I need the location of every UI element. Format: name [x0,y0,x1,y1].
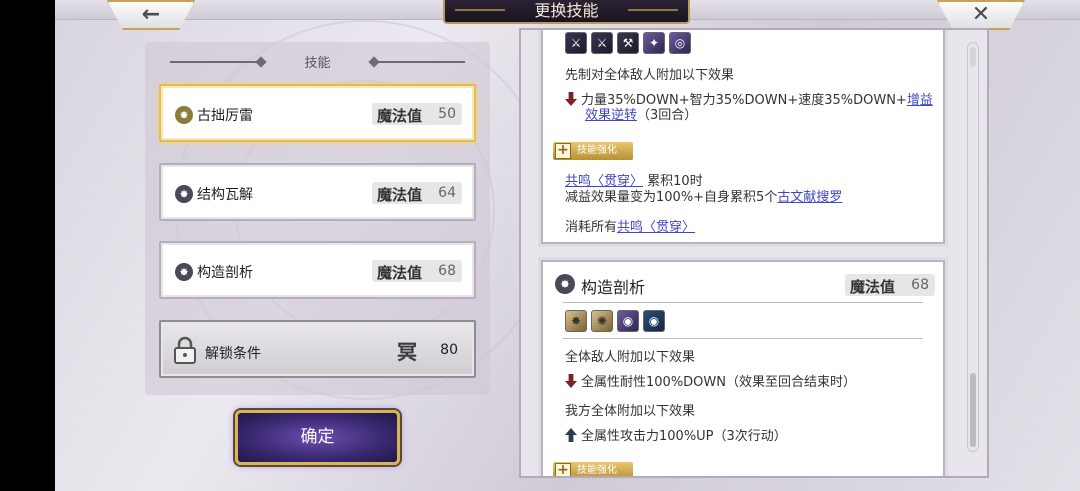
mp-label: 魔法值 [377,107,423,125]
skill-name: 结构瓦解 [197,187,253,203]
locked-skill-slot[interactable]: 解锁条件 冥 80 [159,320,476,378]
skill-detail-card: ✷ 构造剖析 魔法值 68 ✸ ✺ ◉ ◉ 全体敌人附加以下效果 全属性耐性10… [541,260,945,476]
divider [563,302,923,303]
debuff-effect-line: 力量35%DOWN+智力35%DOWN+速度35%DOWN+增益 [565,92,937,109]
header-ornament [370,61,465,63]
up-arrow-icon [565,428,577,442]
enhance-label: 技能强化 [577,145,617,156]
skill-enhance-tag: + 技能强化 [553,142,633,160]
resonance-link[interactable]: 共鸣〈贯穿〉 [565,174,643,189]
burst-up-icon: ✺ [591,310,613,332]
skill-list-title: 技能 [304,56,331,71]
buff-target-text: 我方全体附加以下效果 [565,404,696,419]
down-arrow-icon [565,374,577,388]
duration-text: （3回合） [637,108,698,123]
mp-label: 魔法值 [377,186,423,204]
debuff-amount-line: 减益效果量变为100%+自身累积5个古文献搜罗 [565,190,842,206]
unlock-requirement-icon: 冥 [397,340,417,364]
skill-list-header: 技能 [145,52,490,72]
mp-cost: 魔法值 68 [372,260,462,282]
skill-detail-header: ✷ 构造剖析 魔法值 68 [543,262,943,304]
header-ornament [170,61,265,63]
skill-icon: ✷ [175,185,193,203]
close-button[interactable]: ✕ [937,0,1025,30]
unlock-requirement-value: 80 [440,342,458,358]
close-icon: ✕ [971,2,991,27]
resonance-line: 共鸣〈贯穿〉 累积10时 [565,174,703,190]
effect-target-text: 先制对全体敌人附加以下效果 [565,68,735,83]
hammer-icon: ⚒ [617,32,639,54]
skill-icon: ✷ [175,106,193,124]
skill-item-gujuolilei[interactable]: ✷ 古拙厉雷 魔法值 50 [159,84,476,142]
ancient-texts-link[interactable]: 古文献搜罗 [777,190,842,205]
scrollbar-track-cap [970,47,976,67]
eye-icon: ◉ [643,310,665,332]
effect-icon-row: ⚔ ⚔ ⚒ ✦ ◎ [565,32,691,54]
skill-icon: ✷ [555,274,575,294]
debuff-text: 力量35%DOWN+智力35%DOWN+速度35%DOWN+ [581,93,907,108]
debuff-effect-line-2: 效果逆转（3回合） [585,108,697,124]
down-arrow-icon [565,92,577,106]
skill-item-gouzaopouxi[interactable]: ✷ 构造剖析 魔法值 68 [159,241,476,299]
skill-item-jiegouwajie[interactable]: ✷ 结构瓦解 魔法值 64 [159,163,476,221]
skill-list-panel: 技能 ✷ 古拙厉雷 魔法值 50 ✷ 结构瓦解 魔法值 64 ✷ 构造剖析 魔法… [145,42,490,395]
consume-line: 消耗所有共鸣〈贯穿〉 [565,220,695,236]
mp-cost: 魔法值 64 [372,182,462,204]
mp-label: 魔法值 [377,264,423,282]
effect-target-text: 全体敌人附加以下效果 [565,350,696,365]
mp-value: 64 [438,185,456,201]
skill-enhance-tag: + 技能强化 [553,462,633,476]
plus-icon: + [555,463,571,476]
buff-text: 全属性攻击力100%UP（3次行动） [581,429,787,444]
enhance-label: 技能强化 [577,465,617,476]
spiral-icon: ◎ [669,32,691,54]
plus-icon: + [555,143,571,159]
confirm-button[interactable]: 确定 [235,410,400,465]
magic-icon: ✦ [643,32,665,54]
debuff-amount-text: 减益效果量变为100%+自身累积5个 [565,190,778,205]
skill-detail-card: ⚔ ⚔ ⚒ ✦ ◎ 先制对全体敌人附加以下效果 力量35%DOWN+智力35%D… [541,30,945,244]
mp-value: 50 [438,106,456,122]
buff-reversal-link[interactable]: 增益 [907,93,933,108]
buff-effect-line: 全属性攻击力100%UP（3次行动） [565,428,787,445]
skill-detail-title: 构造剖析 [581,278,646,297]
debuff-effect-line: 全属性耐性100%DOWN（效果至回合结束时） [565,374,856,391]
game-screen: ← 更换技能 ✕ 技能 ✷ 古拙厉雷 魔法值 50 ✷ 结构瓦解 魔法值 64 [55,0,1080,491]
mp-value: 68 [911,277,929,293]
resonance-condition: 累积10时 [647,174,703,189]
skill-detail-panel[interactable]: ⚔ ⚔ ⚒ ✦ ◎ 先制对全体敌人附加以下效果 力量35%DOWN+智力35%D… [519,28,989,478]
buff-reversal-link-2[interactable]: 效果逆转 [585,108,637,123]
skill-name: 构造剖析 [197,265,253,281]
eye-magic-icon: ◉ [617,310,639,332]
skill-name: 古拙厉雷 [197,108,253,124]
mp-cost: 魔法值 50 [372,103,462,125]
skill-icon: ✷ [175,263,193,281]
sword-icon: ⚔ [565,32,587,54]
blade-icon: ⚔ [591,32,613,54]
effect-icon-row: ✸ ✺ ◉ ◉ [565,310,665,332]
mp-label: 魔法值 [850,278,896,296]
back-arrow-icon: ← [141,2,161,27]
debuff-text: 全属性耐性100%DOWN（效果至回合结束时） [581,375,856,390]
page-title: 更换技能 [443,0,690,24]
mp-value: 68 [438,263,456,279]
unlock-condition-label: 解锁条件 [205,346,261,362]
lock-icon [174,336,196,364]
burst-icon: ✸ [565,310,587,332]
scrollbar-thumb[interactable] [970,373,976,447]
consume-text: 消耗所有 [565,220,618,235]
mp-cost: 魔法值 68 [845,274,935,296]
resonance-link-2[interactable]: 共鸣〈贯穿〉 [617,220,695,235]
detail-scrollbar[interactable] [967,42,979,452]
divider [563,338,923,339]
back-button[interactable]: ← [107,0,195,30]
